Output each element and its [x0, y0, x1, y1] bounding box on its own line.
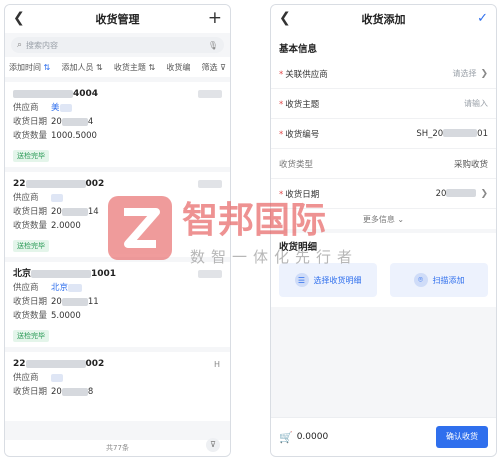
back-icon[interactable]: ❮: [279, 10, 291, 26]
microphone-icon[interactable]: 🎙: [208, 41, 218, 50]
field-supplier[interactable]: * 关联供应商 请选择 ❯: [271, 59, 496, 89]
bottom-bar: 🛒 0.0000 确认收货: [271, 417, 496, 456]
supplier-label: 供应商: [13, 373, 39, 383]
field-label: 收货日期: [285, 189, 320, 200]
redacted-corner: [198, 90, 222, 98]
chevron-right-icon: ❯: [480, 68, 488, 79]
status-badge: 送检完毕: [13, 240, 49, 252]
receipt-detail-section: 收货明细 ☰ 选择收货明细 ⌾ 扫描添加: [271, 233, 496, 307]
cart-icon: 🛒: [279, 430, 293, 444]
date-label: 收货日期: [13, 387, 48, 397]
receipt-code: 北京 1001: [13, 269, 117, 279]
search-placeholder: 搜索内容: [26, 40, 59, 50]
search-input[interactable]: ⌕ 搜索内容 🎙: [11, 37, 224, 53]
qty-label: 收货数量: [13, 131, 48, 141]
scan-add-button[interactable]: ⌾ 扫描添加: [390, 263, 488, 297]
supplier-label: 供应商: [13, 283, 39, 293]
receipt-code: 22 002: [13, 359, 105, 369]
field-value: SH_20 01: [416, 128, 488, 139]
select-detail-button[interactable]: ☰ 选择收货明细: [279, 263, 377, 297]
receipt-list-screen: ❮ 收货管理 + ⌕ 搜索内容 🎙 添加时间 ⇅ 添加人员 ⇅ 收货主题 ⇅ 收…: [4, 4, 231, 457]
supplier-value: [51, 191, 63, 205]
filter-subject[interactable]: 收货主题 ⇅: [114, 62, 155, 73]
date-label: 收货日期: [13, 297, 48, 307]
field-placeholder: 请输入: [464, 99, 488, 108]
detail-actions: ☰ 选择收货明细 ⌾ 扫描添加: [279, 263, 488, 297]
field-value: 20: [436, 189, 477, 199]
confirm-receipt-button[interactable]: 确认收货: [436, 426, 488, 448]
receipt-code: 4004: [13, 87, 222, 101]
filter-code[interactable]: 收货编: [166, 62, 190, 73]
date-value: 20 8: [51, 387, 94, 397]
receipt-card[interactable]: 22 002 H 供应商 收货日期 20 8: [5, 352, 230, 421]
qty-label: 收货数量: [13, 311, 48, 321]
receipt-card[interactable]: 4004 供应商 美 收货日期 20 4 收货数量 1000.5000 送检完毕: [5, 82, 230, 167]
field-placeholder: 请选择: [452, 69, 477, 78]
filter-add-person[interactable]: 添加人员 ⇅: [61, 62, 102, 73]
field-value: 采购收货: [453, 159, 488, 170]
chevron-right-icon: ❯: [480, 188, 488, 199]
field-label: 关联供应商: [285, 69, 328, 80]
field-subject[interactable]: * 收货主题 请输入: [271, 89, 496, 119]
field-date[interactable]: * 收货日期 20 ❯: [271, 179, 496, 209]
date-value: 20 4: [51, 117, 94, 127]
supplier-value: [51, 371, 63, 385]
field-label: 收货编号: [285, 129, 320, 140]
field-label: 收货类型: [279, 159, 314, 170]
qty-value: 1000.5000: [51, 131, 97, 141]
list-footer: 共77条: [5, 440, 230, 456]
qty-value: 5.0000: [51, 311, 81, 321]
field-type: 收货类型 采购收货: [271, 149, 496, 179]
chevron-down-icon: ⌄: [397, 214, 405, 224]
scan-icon: ⌾: [413, 273, 428, 287]
basic-form: * 关联供应商 请选择 ❯ * 收货主题 请输入 * 收货编号 SH_20 01 收货类…: [271, 59, 496, 209]
filter-button[interactable]: 筛选 ⊽: [202, 62, 226, 73]
total-count: 共77条: [106, 444, 129, 452]
right-header: ❮ 收货添加 ✓: [271, 5, 496, 33]
field-label: 收货主题: [285, 99, 320, 110]
section-basic-info: 基本信息: [271, 33, 496, 59]
redacted-corner: [198, 270, 222, 278]
left-header: ❮ 收货管理 +: [5, 5, 230, 33]
date-label: 收货日期: [13, 117, 48, 127]
total-amount: 0.0000: [296, 432, 329, 442]
section-detail-title: 收货明细: [279, 242, 318, 253]
supplier-label: 供应商: [13, 103, 39, 113]
receipt-add-screen: ❮ 收货添加 ✓ 基本信息 * 关联供应商 请选择 ❯ * 收货主题 请输入 * 收货…: [270, 4, 497, 457]
receipt-card[interactable]: 22 002 供应商 收货日期 20 14 收货数量 2.0000 送检完毕: [5, 172, 230, 257]
page-title: 收货管理: [95, 13, 140, 26]
date-label: 收货日期: [13, 207, 48, 217]
qty-value: 2.0000: [51, 221, 81, 231]
qty-label: 收货数量: [13, 221, 48, 231]
date-value: 20 11: [51, 297, 99, 307]
filter-fab-icon[interactable]: ⊽: [206, 438, 220, 452]
filter-add-time[interactable]: 添加时间 ⇅: [9, 62, 50, 73]
supplier-label: 供应商: [13, 193, 39, 203]
more-info-toggle[interactable]: 更多信息 ⌄: [271, 209, 496, 229]
back-icon[interactable]: ❮: [13, 10, 25, 26]
field-code[interactable]: * 收货编号 SH_20 01: [271, 119, 496, 149]
corner-mark: H: [213, 360, 220, 369]
filter-bar: 添加时间 ⇅ 添加人员 ⇅ 收货主题 ⇅ 收货编 筛选 ⊽: [5, 57, 230, 77]
status-badge: 送检完毕: [13, 330, 49, 342]
plus-icon[interactable]: +: [208, 8, 222, 28]
list-add-icon: ☰: [294, 273, 309, 287]
page-title: 收货添加: [361, 13, 406, 26]
search-icon: ⌕: [17, 40, 23, 50]
redacted-corner: [198, 180, 222, 188]
date-value: 20 14: [51, 207, 99, 217]
supplier-value: 美: [51, 101, 72, 115]
supplier-value: 北京: [51, 281, 83, 295]
check-icon[interactable]: ✓: [477, 11, 488, 26]
receipt-code: 22 002: [13, 179, 105, 189]
receipt-card[interactable]: 北京 1001 供应商 北京 收货日期 20 11 收货数量 5.0000 送检完毕: [5, 262, 230, 347]
status-badge: 送检完毕: [13, 150, 49, 162]
